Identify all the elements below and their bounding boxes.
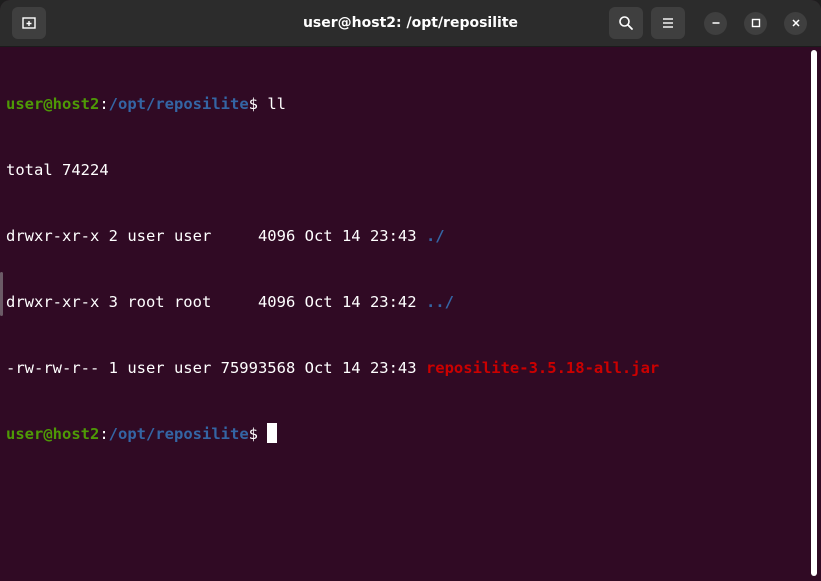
prompt-line: user@host2:/opt/reposilite$ ll: [6, 93, 806, 115]
resize-handle[interactable]: [0, 272, 3, 316]
listing-row: drwxr-xr-x 2 user user 4096 Oct 14 23:43…: [6, 225, 806, 247]
scrollbar[interactable]: [811, 50, 817, 576]
file-meta: drwxr-xr-x 2 user user 4096 Oct 14 23:43: [6, 227, 426, 245]
close-icon: [791, 15, 801, 33]
prompt-user-host: user@host2: [6, 95, 100, 113]
prompt-dollar: $: [248, 425, 268, 443]
total-line: total 74224: [6, 161, 109, 179]
menu-button[interactable]: [651, 7, 685, 39]
titlebar: user@host2: /opt/reposilite: [0, 0, 821, 47]
prompt-colon: :: [99, 95, 109, 113]
file-name: ./: [425, 227, 445, 245]
file-name: reposilite-3.5.18-all.jar: [425, 359, 660, 377]
maximize-icon: [751, 15, 761, 33]
hamburger-menu-icon: [661, 16, 675, 30]
maximize-button[interactable]: [744, 12, 767, 35]
close-button[interactable]: [784, 12, 807, 35]
prompt-path: /opt/reposilite: [108, 95, 249, 113]
file-meta: drwxr-xr-x 3 root root 4096 Oct 14 23:42: [6, 293, 426, 311]
prompt-colon: :: [99, 425, 109, 443]
prompt-user-host: user@host2: [6, 425, 100, 443]
window-title: user@host2: /opt/reposilite: [302, 15, 519, 31]
new-tab-icon: [21, 15, 37, 31]
text-cursor: [267, 423, 278, 443]
new-tab-button[interactable]: [12, 7, 46, 39]
search-button[interactable]: [609, 7, 643, 39]
minimize-button[interactable]: [704, 12, 727, 35]
search-icon: [618, 15, 634, 31]
terminal-output[interactable]: user@host2:/opt/reposilite$ ll total 742…: [6, 49, 806, 489]
command-text: ll: [267, 95, 286, 113]
listing-row: -rw-rw-r-- 1 user user 75993568 Oct 14 2…: [6, 357, 806, 379]
file-meta: -rw-rw-r-- 1 user user 75993568 Oct 14 2…: [6, 359, 426, 377]
prompt-line: user@host2:/opt/reposilite$: [6, 423, 806, 445]
minimize-icon: [711, 15, 721, 33]
prompt-dollar: $: [248, 95, 268, 113]
terminal-window: user@host2: /opt/reposilite user@host2:/…: [0, 0, 821, 581]
listing-row: drwxr-xr-x 3 root root 4096 Oct 14 23:42…: [6, 291, 806, 313]
file-name: ../: [425, 293, 454, 311]
prompt-path: /opt/reposilite: [108, 425, 249, 443]
